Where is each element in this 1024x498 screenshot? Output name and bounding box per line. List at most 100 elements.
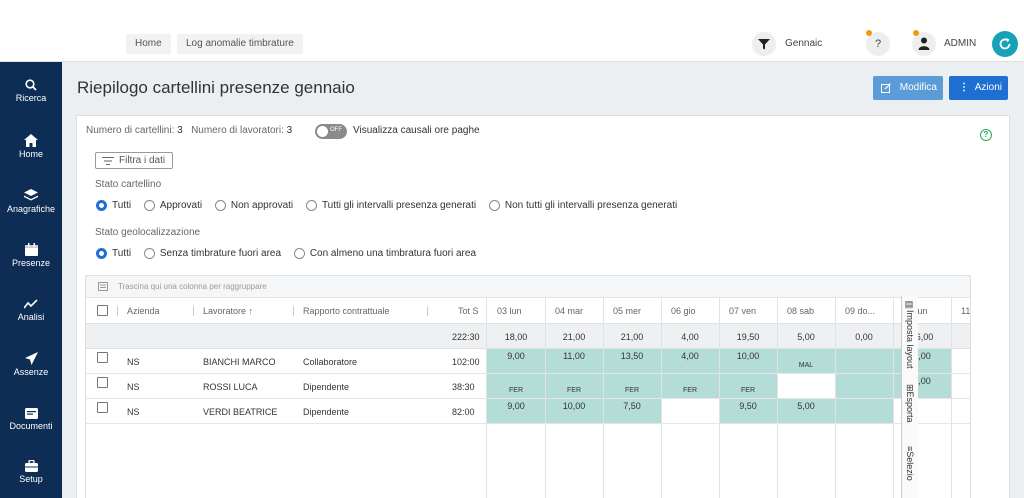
day-value[interactable]: 10,00: [721, 351, 775, 361]
sidebar-item-label: Presenze: [11, 258, 51, 268]
azioni-button[interactable]: ⋮ Azioni: [949, 76, 1008, 100]
sidebar-item-documenti[interactable]: Documenti: [0, 407, 62, 457]
month-selector[interactable]: Gennaic: [785, 38, 822, 49]
radio-tutti-intervalli[interactable]: Tutti gli intervalli presenza generati: [305, 200, 476, 211]
sidebar-item-anagrafiche[interactable]: Anagrafiche: [0, 189, 62, 239]
breadcrumb-log-anomalie[interactable]: Log anomalie timbrature: [177, 34, 303, 54]
day-cell-bg: [661, 374, 719, 398]
col-rapporto[interactable]: Rapporto contrattuale: [303, 298, 390, 324]
briefcase-icon: [24, 460, 38, 472]
day-col-04-header[interactable]: 04 mar: [555, 298, 583, 324]
day-cell-bg: [487, 374, 545, 398]
column-divider: [835, 298, 836, 498]
col-lavoratore[interactable]: Lavoratore ↑: [203, 298, 253, 324]
radio-label: Tutti: [112, 248, 132, 260]
day-col-03-header[interactable]: 03 lun: [497, 298, 522, 324]
page-title: Riepilogo cartellini presenze gennaio: [77, 78, 355, 97]
table-row[interactable]: NS BIANCHI MARCO Collaboratore 102:00 9,00 11…: [86, 349, 970, 374]
radio-approvati[interactable]: Approvati: [143, 200, 202, 211]
totals-day-col-08: 5,00: [797, 332, 815, 342]
column-separator: [193, 306, 194, 316]
group-drop-area[interactable]: Trascina qui una colonna per raggruppare: [86, 276, 970, 298]
day-col-07-header[interactable]: 07 ven: [729, 298, 756, 324]
day-value[interactable]: 9,(: [953, 376, 970, 386]
filtra-dati-button[interactable]: Filtra i dati: [95, 152, 173, 169]
radio-con-fuori-area[interactable]: Con almeno una timbratura fuori area: [293, 248, 477, 260]
sidebar-item-presenze[interactable]: Presenze: [0, 243, 62, 293]
sidebar-item-home[interactable]: Home: [0, 134, 62, 184]
breadcrumb-home[interactable]: Home: [126, 34, 171, 54]
sidebar-item-analisi[interactable]: Analisi: [0, 298, 62, 348]
day-col-06-header[interactable]: 06 gio: [671, 298, 696, 324]
sidebar-item-setup[interactable]: Setup: [0, 460, 62, 498]
cartellini-label: Numero di cartellini:: [86, 125, 175, 136]
totals-day-col-03: 18,00: [504, 332, 528, 342]
stato-geo-radios: Tutti Senza timbrature fuori area Con al…: [96, 248, 486, 262]
imposta-layout-label: Imposta layout: [905, 310, 915, 369]
radio-tutti[interactable]: Tutti: [96, 200, 131, 211]
day-col-09-header[interactable]: 09 do...: [845, 298, 875, 324]
day-causale: FER: [509, 387, 523, 394]
day-value[interactable]: 4,00: [663, 351, 717, 361]
sidebar-item-label: Assenze: [13, 367, 49, 377]
esporta-button[interactable]: ⊞Esporta: [905, 384, 915, 423]
day-col-05-header[interactable]: 05 mer: [613, 298, 641, 324]
filter-icon[interactable]: [752, 32, 776, 56]
radio-non-tutti-intervalli[interactable]: Non tutti gli intervalli presenza genera…: [488, 200, 677, 211]
column-divider: [777, 298, 778, 498]
day-value[interactable]: 7,50: [605, 401, 659, 411]
sidebar: Ricerca Home Anagrafiche Presenze Analis…: [0, 62, 62, 498]
day-causale: FER: [625, 387, 639, 394]
modifica-button[interactable]: Modifica: [873, 76, 943, 100]
radio-button[interactable]: [214, 200, 226, 211]
column-divider: [951, 298, 952, 498]
help-circle-icon[interactable]: ?: [980, 129, 992, 141]
sidebar-item-ricerca[interactable]: Ricerca: [0, 79, 62, 129]
radio-label: Con almeno una timbratura fuori area: [309, 248, 477, 260]
table-row[interactable]: NS ROSSI LUCA Dipendente 38:30 FER FER FER FER F…: [86, 374, 970, 399]
user-name[interactable]: ADMIN: [944, 38, 976, 49]
radio-button[interactable]: [305, 200, 317, 211]
radio-button[interactable]: [143, 200, 155, 211]
row-checkbox[interactable]: [97, 377, 108, 388]
day-value[interactable]: 11,00: [547, 351, 601, 361]
imposta-layout-button[interactable]: ▤Imposta layout: [905, 300, 915, 369]
layers-icon: [24, 189, 38, 201]
totals-day-col-09: 0,00: [855, 332, 873, 342]
radio-non-approvati[interactable]: Non approvati: [214, 200, 293, 211]
row-checkbox[interactable]: [97, 402, 108, 413]
grid-header: Azienda Lavoratore ↑ Rapporto contrattua…: [86, 298, 970, 324]
select-all-checkbox[interactable]: [97, 305, 108, 316]
day-value[interactable]: 9,00: [489, 401, 543, 411]
day-value[interactable]: 13,50: [605, 351, 659, 361]
table-row[interactable]: NS VERDI BEATRICE Dipendente 82:00 9,00 10,00…: [86, 399, 970, 424]
radio-button[interactable]: [143, 248, 155, 259]
day-value[interactable]: 10,00: [547, 401, 601, 411]
column-separator: [427, 306, 428, 316]
radio-button[interactable]: [488, 200, 500, 211]
day-col-11-header[interactable]: 11 m: [961, 298, 970, 324]
cell-tot: 38:30: [452, 382, 475, 392]
azioni-label: Azioni: [974, 82, 1002, 93]
row-checkbox[interactable]: [97, 352, 108, 363]
radio-geo-tutti[interactable]: Tutti: [96, 248, 131, 259]
radio-button[interactable]: [96, 248, 107, 259]
day-cell-bg: [835, 349, 893, 373]
day-cell-bg: [777, 349, 835, 373]
refresh-icon[interactable]: [992, 31, 1018, 57]
sidebar-item-assenze[interactable]: Assenze: [0, 352, 62, 402]
day-value[interactable]: 9,50: [721, 401, 775, 411]
causali-toggle[interactable]: OFF: [315, 124, 347, 139]
sidebar-item-label: Analisi: [17, 312, 45, 322]
day-value[interactable]: 5,00: [779, 401, 833, 411]
seleziona-button[interactable]: ≡Selezio: [905, 446, 915, 481]
day-cell-bg: [835, 374, 893, 398]
col-tot[interactable]: Tot S: [458, 298, 479, 324]
col-azienda[interactable]: Azienda: [127, 298, 160, 324]
radio-button[interactable]: [293, 248, 305, 259]
radio-senza-fuori-area[interactable]: Senza timbrature fuori area: [143, 248, 281, 259]
day-value[interactable]: 9,00: [489, 351, 543, 361]
radio-button[interactable]: [96, 200, 107, 211]
cell-rapporto: Dipendente: [303, 382, 350, 392]
day-col-08-header[interactable]: 08 sab: [787, 298, 814, 324]
